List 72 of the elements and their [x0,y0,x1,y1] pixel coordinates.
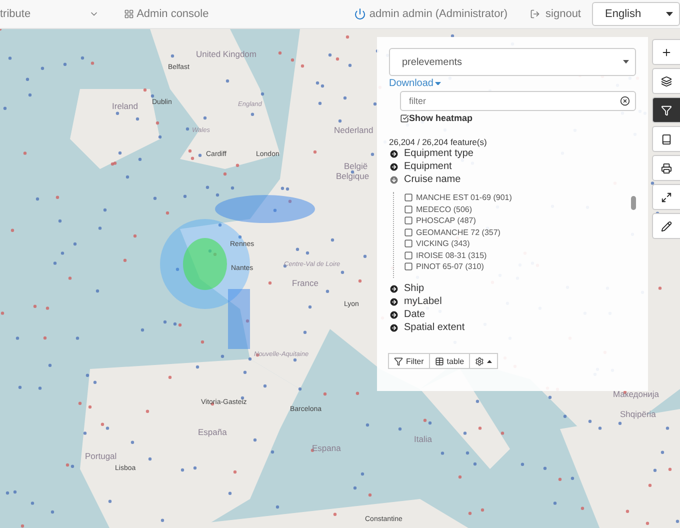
checkbox[interactable] [404,228,413,237]
map-label: Italia [414,434,432,444]
layers-icon [661,76,672,86]
map-label: Belgique [336,171,370,181]
facet-toggle[interactable]: Equipment [389,160,636,173]
plus-icon [661,46,672,58]
map-label: France [292,278,318,288]
option-label: GEOMANCHE 72 (357) [416,228,500,237]
facet-toggle[interactable]: myLabel [389,295,636,308]
option-label: PHOSCAP (487) [416,216,476,226]
panel-button[interactable]: table [428,353,470,369]
filter-icon [661,104,672,116]
map-label: Shqipëria [620,409,656,419]
printer-icon [661,162,672,174]
gear-icon [475,356,484,366]
toolbar-button[interactable] [652,213,680,239]
option-label: MEDECO (506) [416,204,472,214]
facet-toggle[interactable]: Date [389,308,636,321]
option-label: PINOT 65-07 (310) [416,262,484,272]
map-label: Nederland [334,125,374,135]
caret-icon [435,82,442,86]
filter-field[interactable]: filter [400,91,636,111]
grid-icon [124,9,134,19]
toolbar-button[interactable] [652,126,680,152]
book-icon [661,134,672,144]
expand-icon [661,192,672,202]
download-link[interactable]: Download [389,78,442,89]
facet-toggle[interactable]: Cruise name [389,173,636,186]
caret-icon [623,60,629,64]
checkbox[interactable] [404,216,413,226]
checkbox[interactable] [404,193,413,202]
map-label: United Kingdom [196,49,256,59]
panel-button[interactable]: Filter [388,353,430,369]
signout-icon [530,9,540,19]
checkbox-label: Show heatmap [409,113,473,123]
toolbar-button[interactable] [652,68,680,94]
checkbox[interactable] [400,114,409,122]
checkbox[interactable] [404,204,413,214]
toolbar-button[interactable] [652,97,680,123]
feature-count: 26,204 / 26,204 feature(s) [389,137,488,147]
toolbar-button[interactable] [652,155,680,181]
option-label: VICKING (343) [416,239,470,248]
menu-item[interactable]: Admin console [124,8,209,20]
language-select[interactable]: English [592,2,680,26]
map-label: Ireland [112,101,138,111]
filter-icon [394,356,403,366]
layer-select[interactable]: prelevements [389,48,636,76]
checkbox[interactable] [404,239,413,248]
toolbar-button[interactable] [652,184,680,210]
clear-icon[interactable] [620,96,630,106]
map-label: België [344,161,368,171]
checkbox[interactable] [404,262,413,272]
caret-icon [666,12,673,16]
option-label: MANCHE EST 01-69 (901) [416,193,512,202]
map-label: España [198,427,227,437]
option-label: IROISE 08-31 (315) [416,250,487,260]
map-label: Македонија [613,389,660,399]
scrollbar-thumb[interactable] [631,196,636,210]
facet-toggle[interactable]: Ship [389,282,636,295]
menu-item[interactable]: tribute [0,8,99,20]
facet-toggle[interactable]: Equipment type [389,147,636,160]
map-label: Espana [312,443,341,453]
power-icon [354,8,366,20]
map-label: Portugal [85,451,117,461]
pencil-icon [661,220,672,232]
caret-icon [487,360,492,362]
table-icon [434,356,444,366]
signout-link[interactable]: signout [546,8,581,20]
checkbox[interactable] [404,250,413,260]
settings-button[interactable] [469,353,498,369]
user-name[interactable]: admin admin (Administrator) [369,8,508,20]
facet-toggle[interactable]: Spatial extent [389,321,636,334]
